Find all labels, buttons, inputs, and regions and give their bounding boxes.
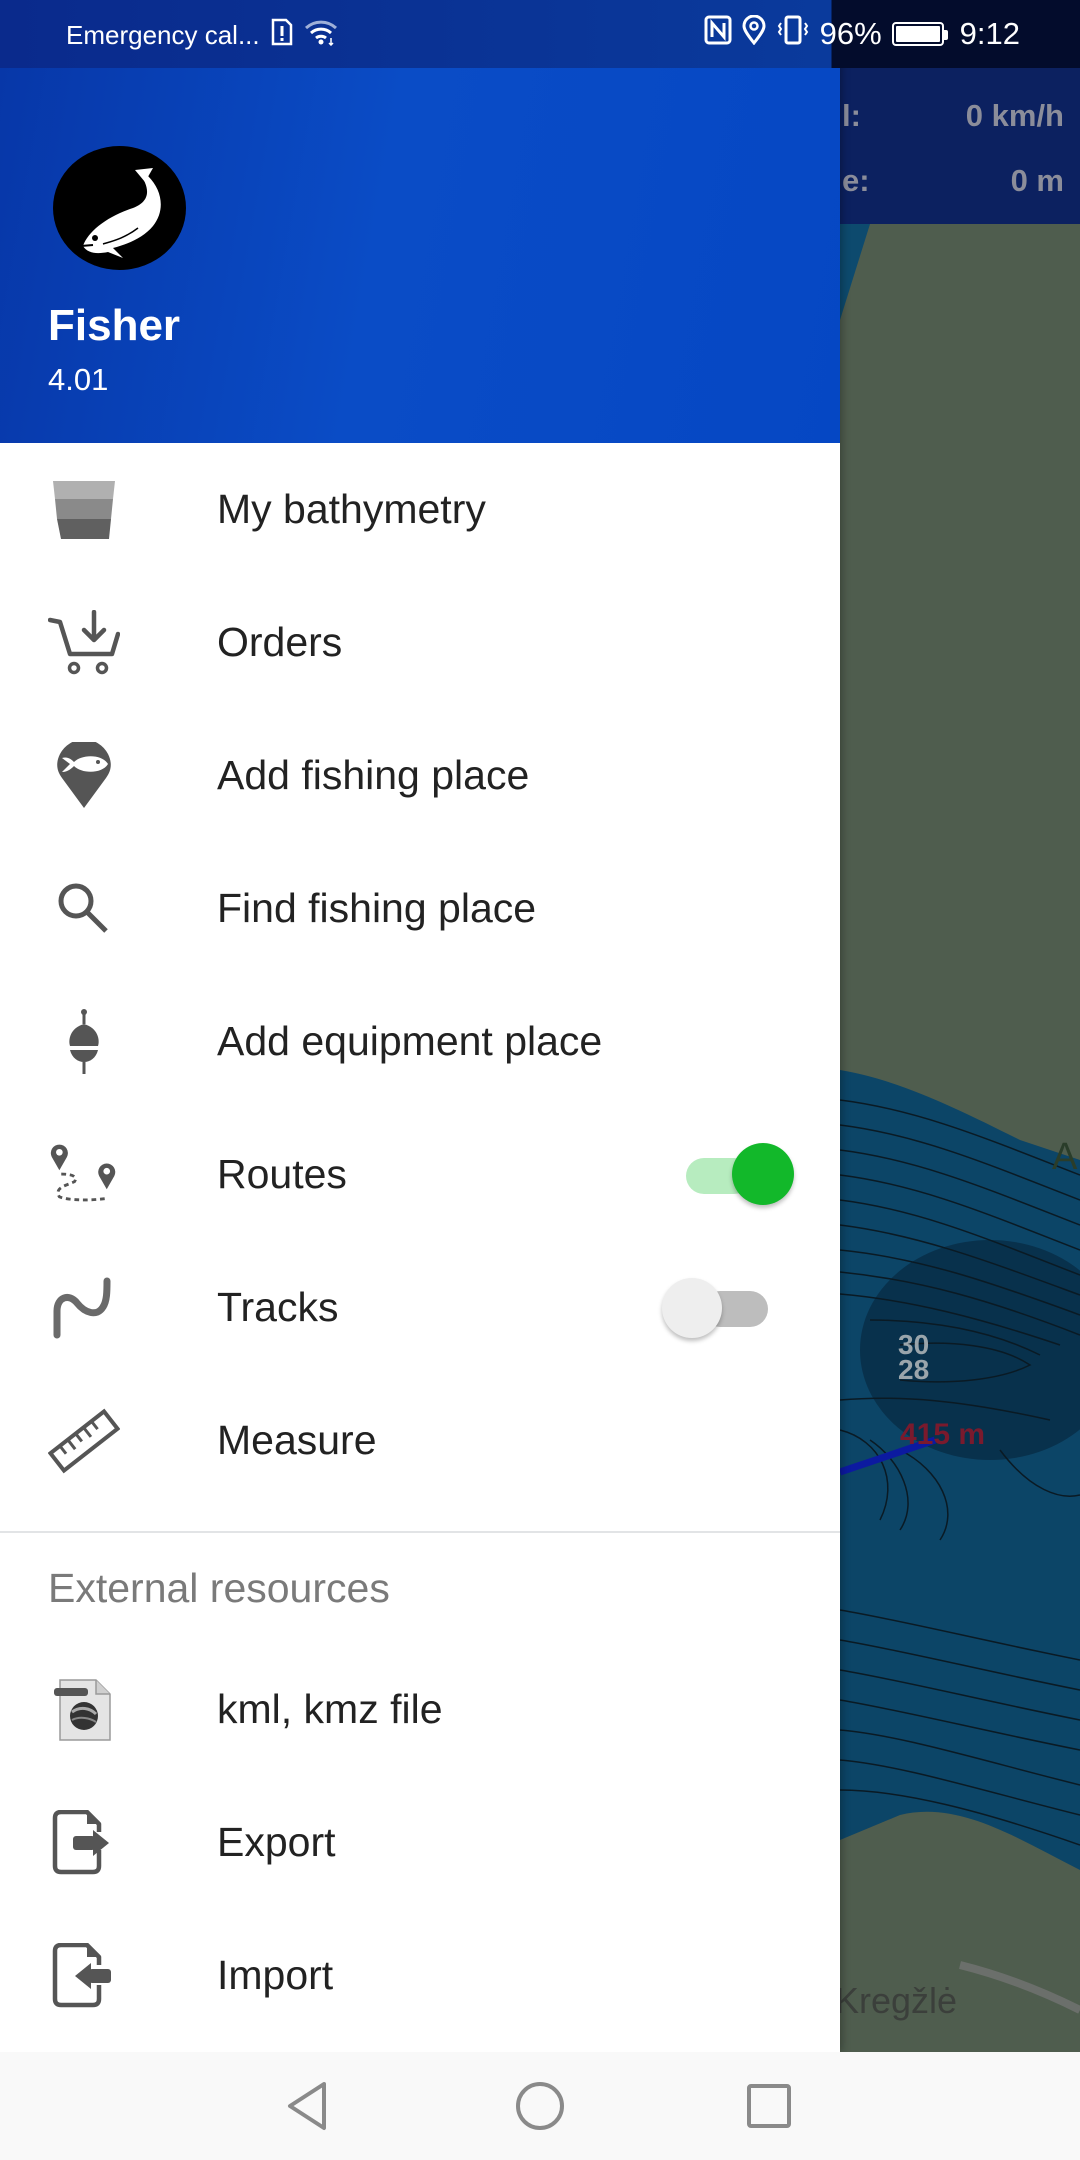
drawer-header: Fisher 4.01 bbox=[0, 68, 840, 443]
external-resources-heading: External resources bbox=[48, 1564, 390, 1611]
location-icon bbox=[742, 14, 766, 53]
nav-recents-button[interactable] bbox=[737, 2074, 801, 2138]
menu-item-measure[interactable]: Measure bbox=[0, 1374, 840, 1507]
clock: 9:12 bbox=[959, 16, 1020, 51]
nfc-icon bbox=[704, 15, 732, 53]
routes-toggle[interactable] bbox=[686, 1142, 796, 1205]
map-place-label: Kregžlė bbox=[835, 1980, 958, 2021]
speed-label: l: bbox=[842, 98, 861, 133]
recents-square-icon bbox=[747, 2084, 791, 2128]
carrier-text: Emergency cal... bbox=[66, 20, 260, 50]
menu-item-label: Orders bbox=[217, 619, 343, 665]
nav-back-button[interactable] bbox=[276, 2074, 340, 2138]
map-edge-label: A bbox=[1052, 1136, 1078, 1178]
back-triangle-icon bbox=[288, 2082, 326, 2130]
app-name: Fisher bbox=[48, 301, 181, 350]
map-water-body bbox=[840, 1070, 1080, 1870]
battery-icon bbox=[891, 22, 948, 46]
sim-alert-icon bbox=[270, 18, 294, 53]
menu-item-export[interactable]: Export bbox=[0, 1776, 840, 1909]
system-nav-bar bbox=[0, 2052, 1080, 2160]
menu-item-routes[interactable]: Routes bbox=[0, 1108, 840, 1241]
menu-item-orders[interactable]: Orders bbox=[0, 576, 840, 709]
drawer-menu: My bathymetry Orders Add fishing place F… bbox=[0, 443, 840, 2042]
status-bar: Emergency cal... 96% 9:12 bbox=[0, 0, 1080, 68]
vibrate-icon bbox=[776, 15, 810, 53]
menu-item-label: Tracks bbox=[217, 1284, 339, 1330]
menu-item-import[interactable]: Import bbox=[0, 1909, 840, 2042]
toggle-thumb bbox=[732, 1142, 794, 1205]
menu-item-label: Export bbox=[217, 1819, 336, 1865]
search-icon bbox=[48, 873, 120, 945]
speed-value: 0 km/h bbox=[965, 98, 1064, 133]
file-export-icon bbox=[48, 1807, 120, 1879]
navigation-drawer: Fisher 4.01 My bathymetry Orders Add fis… bbox=[0, 0, 840, 2052]
float-bobber-icon bbox=[48, 1006, 120, 1078]
bathymetry-icon bbox=[48, 474, 120, 546]
menu-item-my-bathymetry[interactable]: My bathymetry bbox=[0, 443, 840, 576]
cart-download-icon bbox=[48, 607, 120, 679]
ruler-icon bbox=[48, 1405, 120, 1477]
menu-item-label: Import bbox=[217, 1952, 334, 1998]
map-road bbox=[959, 1961, 1080, 2014]
menu-item-label: My bathymetry bbox=[217, 486, 486, 532]
menu-item-label: Add equipment place bbox=[217, 1018, 603, 1064]
fish-logo-icon bbox=[53, 146, 186, 270]
menu-item-label: kml, kmz file bbox=[217, 1686, 443, 1732]
menu-item-label: Measure bbox=[217, 1417, 377, 1463]
wifi-icon bbox=[304, 18, 338, 53]
app-version: 4.01 bbox=[48, 362, 109, 397]
tracks-toggle[interactable] bbox=[662, 1277, 768, 1338]
distance-value: 0 m bbox=[1010, 163, 1064, 198]
kml-file-icon bbox=[48, 1674, 120, 1746]
menu-item-find-fishing-place[interactable]: Find fishing place bbox=[0, 842, 840, 975]
track-curve-icon bbox=[48, 1272, 120, 1344]
menu-item-kml-kmz-file[interactable]: kml, kmz file bbox=[0, 1643, 840, 1776]
fish-pin-icon bbox=[48, 740, 120, 812]
nav-home-button[interactable] bbox=[508, 2074, 572, 2138]
menu-item-label: Routes bbox=[217, 1151, 347, 1197]
route-pins-icon bbox=[48, 1139, 120, 1211]
menu-item-label: Add fishing place bbox=[217, 752, 530, 798]
toggle-thumb bbox=[662, 1277, 722, 1338]
map-distance-marker: 415 m bbox=[900, 1418, 986, 1451]
map-water-top bbox=[840, 224, 870, 320]
map-depth-label: 30 28 bbox=[898, 1329, 930, 1385]
menu-item-label: Find fishing place bbox=[217, 885, 537, 931]
home-circle-icon bbox=[516, 2082, 564, 2130]
menu-item-tracks[interactable]: Tracks bbox=[0, 1241, 840, 1374]
battery-percent: 96% bbox=[819, 16, 882, 51]
menu-item-add-equipment-place[interactable]: Add equipment place bbox=[0, 975, 840, 1108]
file-import-icon bbox=[48, 1940, 120, 2012]
distance-label: e: bbox=[842, 163, 870, 198]
menu-item-add-fishing-place[interactable]: Add fishing place bbox=[0, 709, 840, 842]
